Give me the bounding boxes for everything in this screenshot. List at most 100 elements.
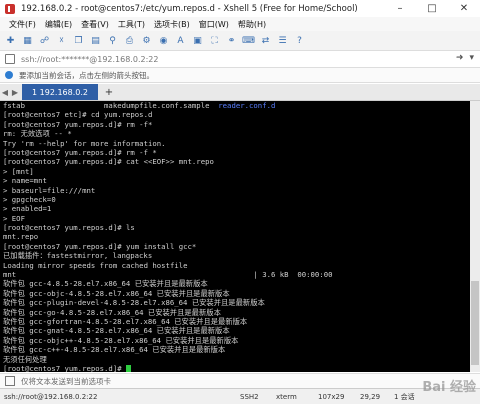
status-cursor-position: 29,29 [360, 392, 381, 401]
menu-file[interactable]: 文件(F) [9, 19, 36, 30]
dropdown-icon[interactable]: ▾ [469, 53, 474, 63]
xshell-app-icon [5, 3, 15, 14]
terminal-line: 软件包 gcc-plugin-devel-4.8.5-28.el7.x86_64… [3, 298, 470, 307]
copy-icon[interactable]: ❐ [72, 34, 85, 47]
window-title: 192.168.0.2 - root@centos7:/etc/yum.repo… [21, 3, 358, 14]
address-buttons: ➜ ▾ [456, 53, 474, 63]
terminal-cursor [126, 364, 132, 372]
tab-bar: ◀ ▶ 1 192.168.0.2 + [0, 84, 480, 101]
title-bar: 192.168.0.2 - root@centos7:/etc/yum.repo… [0, 0, 480, 17]
terminal-line: 软件包 gcc-objc-4.8.5-28.el7.x86_64 已安装并且是最… [3, 289, 470, 298]
terminal-line: 已加载插件：fastestmirror, langpacks [3, 251, 470, 260]
terminal-line-text: rm: 无效选项 -- * [3, 129, 72, 139]
terminal-line: > baseurl=file:///mnt [3, 186, 470, 195]
terminal-line: [root@centos7 yum.repos.d]# yum install … [3, 242, 470, 251]
terminal-line-text: [root@centos7 yum.repos.d]# [3, 363, 127, 372]
terminal-line-text: > EOF [3, 213, 25, 223]
terminal-output[interactable]: fstab makedumpfile.conf.sample reader.co… [0, 101, 470, 372]
add-tab-icon[interactable]: + [102, 85, 116, 99]
terminal-line-text: 软件包 gcc-c++-4.8.5-28.el7.x86_64 已安装并且是最新… [3, 345, 226, 355]
disconnect-icon[interactable]: ☓ [55, 34, 68, 47]
address-bar: ssh://root:*******@192.168.0.2:22 ➜ ▾ [0, 51, 480, 68]
terminal-line: mnt.repo [3, 232, 470, 241]
menu-window[interactable]: 窗口(W) [199, 19, 229, 30]
terminal-line: 无须任何处理 [3, 355, 470, 364]
status-size: 107x29 [318, 392, 345, 401]
menu-help[interactable]: 帮助(H) [238, 19, 266, 30]
terminal-line: fstab makedumpfile.conf.sample reader.co… [3, 101, 470, 110]
address-lock-icon [5, 54, 15, 64]
open-folder-icon[interactable]: ▦ [21, 34, 34, 47]
tab-session[interactable]: 1 192.168.0.2 [22, 84, 98, 100]
new-session-icon[interactable]: ✚ [4, 34, 17, 47]
terminal-line-text: [root@centos7 etc]# cd yum.repos.d [3, 110, 153, 120]
terminal-line: > gpgcheck=0 [3, 195, 470, 204]
terminal-line-text: [root@centos7 yum.repos.d]# yum install … [3, 241, 197, 251]
terminal-line: [root@centos7 yum.repos.d]# ls [3, 223, 470, 232]
script-icon[interactable]: ☰ [276, 34, 289, 47]
terminal-line: 软件包 gcc-go-4.8.5-28.el7.x86_64 已安装并且是最新版… [3, 308, 470, 317]
menu-edit[interactable]: 编辑(E) [45, 19, 72, 30]
minimize-icon[interactable]: – [384, 0, 416, 17]
terminal-line-text: mnt.repo [3, 232, 39, 242]
terminal-line-text: > enabled=1 [3, 204, 52, 214]
terminal-line: [root@centos7 yum.repos.d]# cat <<EOF>> … [3, 157, 470, 166]
terminal-line: Loading mirror speeds from cached hostfi… [3, 261, 470, 270]
terminal-line-text: 已加载插件：fastestmirror, langpacks [3, 251, 153, 261]
fullscreen-icon[interactable]: ⛶ [208, 34, 221, 47]
window-controls: – □ ✕ [384, 0, 480, 17]
terminal-line-text: Loading mirror speeds from cached hostfi… [3, 260, 188, 270]
hint-bar: 要添加当前会话，点击左侧的箭头按钮。 [0, 68, 480, 83]
keyboard-icon[interactable]: ⌨ [242, 34, 255, 47]
font-icon[interactable]: A [174, 34, 187, 47]
terminal-scrollbar[interactable] [470, 101, 480, 372]
terminal-line: 软件包 gcc-c++-4.8.5-28.el7.x86_64 已安装并且是最新… [3, 345, 470, 354]
globe-icon[interactable]: ◉ [157, 34, 170, 47]
maximize-icon[interactable]: □ [416, 0, 448, 17]
terminal-line-text: 软件包 gcc-plugin-devel-4.8.5-28.el7.x86_64… [3, 298, 265, 308]
terminal-line-text: fstab makedumpfile.conf.sample [3, 101, 219, 110]
terminal-directory-name: reader.conf.d [218, 101, 276, 110]
compose-icon [5, 376, 15, 386]
lock-icon[interactable]: ⚭ [225, 34, 238, 47]
scrollbar-thumb[interactable] [471, 281, 479, 365]
compose-input[interactable]: 仅将文本发送到当前选项卡 [21, 376, 111, 387]
terminal-line: 软件包 gcc-gfortran-4.8.5-28.el7.x86_64 已安装… [3, 317, 470, 326]
status-protocol: SSH2 [240, 392, 259, 401]
menu-tools[interactable]: 工具(T) [118, 19, 145, 30]
terminal-line-text: > baseurl=file:///mnt [3, 185, 96, 195]
terminal-line: > [mnt] [3, 167, 470, 176]
terminal-line-text: mnt | 3.6 kB 00:00:00 [3, 270, 333, 280]
tab-next-icon[interactable]: ▶ [10, 88, 20, 97]
terminal-line-text: 软件包 gcc-go-4.8.5-28.el7.x86_64 已安装并且是最新版… [3, 307, 221, 317]
terminal-line: mnt | 3.6 kB 00:00:00 [3, 270, 470, 279]
terminal-line: 软件包 gcc-objc++-4.8.5-28.el7.x86_64 已安装并且… [3, 336, 470, 345]
terminal-line-text: 软件包 gcc-objc-4.8.5-28.el7.x86_64 已安装并且是最… [3, 288, 230, 298]
terminal-line-text: > [mnt] [3, 166, 34, 176]
terminal-line: [root@centos7 etc]# cd yum.repos.d [3, 110, 470, 119]
terminal-line-text: > name=mnt [3, 176, 47, 186]
print-icon[interactable]: ⎙ [123, 34, 136, 47]
terminal-line: [root@centos7 yum.repos.d]# rm -f * [3, 148, 470, 157]
terminal-line: 软件包 gcc-gnat-4.8.5-28.el7.x86_64 已安装并且是最… [3, 326, 470, 335]
terminal-line: > name=mnt [3, 176, 470, 185]
paste-icon[interactable]: ▤ [89, 34, 102, 47]
menu-view[interactable]: 查看(V) [81, 19, 109, 30]
transfer-icon[interactable]: ⇄ [259, 34, 272, 47]
menu-tabs[interactable]: 选项卡(B) [154, 19, 190, 30]
tab-prev-icon[interactable]: ◀ [0, 88, 10, 97]
go-arrow-icon[interactable]: ➜ [456, 53, 464, 63]
connect-icon[interactable]: ☍ [38, 34, 51, 47]
help-icon[interactable]: ? [293, 34, 306, 47]
status-connection: ssh://root@192.168.0.2:22 [4, 392, 98, 401]
settings-icon[interactable]: ⚙ [140, 34, 153, 47]
terminal-line-text: 软件包 gcc-4.8.5-28.el7.x86_64 已安装并且是最新版本 [3, 279, 208, 289]
close-icon[interactable]: ✕ [448, 0, 480, 17]
color-icon[interactable]: ▣ [191, 34, 204, 47]
address-input[interactable]: ssh://root:*******@192.168.0.2:22 [21, 55, 158, 64]
toolbar: ✚ ▦ ☍ ☓ ❐ ▤ ⚲ ⎙ ⚙ ◉ A ▣ ⛶ ⚭ ⌨ ⇄ ☰ ? [0, 31, 480, 51]
terminal-line-text: 软件包 gcc-objc++-4.8.5-28.el7.x86_64 已安装并且… [3, 335, 239, 345]
terminal-line-text: [root@centos7 yum.repos.d]# rm -f* [3, 119, 153, 129]
terminal-line: [root@centos7 yum.repos.d]# [3, 364, 470, 372]
find-icon[interactable]: ⚲ [106, 34, 119, 47]
